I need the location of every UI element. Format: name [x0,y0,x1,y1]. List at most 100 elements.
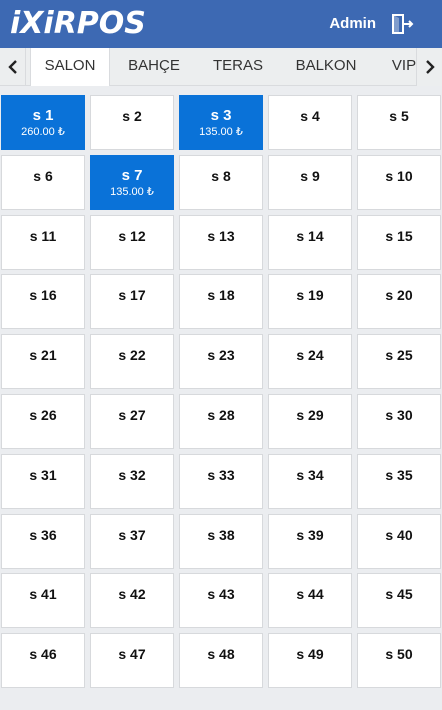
table-tile[interactable]: s 25 [357,334,441,389]
table-tile[interactable]: s 1 260.00 ₺ [1,95,85,150]
table-tile[interactable]: s 34 [268,454,352,509]
table-name: s 20 [385,287,413,303]
table-tile[interactable]: s 11 [1,215,85,270]
table-tile[interactable]: s 45 [357,573,441,628]
table-name: s 35 [385,467,413,483]
table-tile[interactable]: s 20 [357,274,441,329]
area-tab-bar: SALON BAHÇE TERAS BALKON VIP [0,48,442,86]
table-tile[interactable]: s 19 [268,274,352,329]
table-name: s 16 [29,287,57,303]
table-amount: 135.00 ₺ [110,186,154,198]
table-tile[interactable]: s 49 [268,633,352,688]
table-tile[interactable]: s 5 [357,95,441,150]
table-name: s 43 [207,586,235,602]
table-name: s 5 [389,108,409,124]
table-tile[interactable]: s 16 [1,274,85,329]
tab-1[interactable]: SALON [30,48,110,86]
table-tile[interactable]: s 38 [179,514,263,569]
table-tile[interactable]: s 48 [179,633,263,688]
table-tile[interactable]: s 28 [179,394,263,449]
table-name: s 31 [29,467,57,483]
table-name: s 49 [296,646,324,662]
tab-4[interactable]: BALKON [280,48,372,86]
table-name: s 37 [118,527,146,543]
table-name: s 18 [207,287,235,303]
table-tile[interactable]: s 24 [268,334,352,389]
table-name: s 11 [29,228,57,244]
table-name: s 48 [207,646,235,662]
table-tile[interactable]: s 14 [268,215,352,270]
table-name: s 3 [210,107,232,124]
table-tile[interactable]: s 3 135.00 ₺ [179,95,263,150]
table-tile[interactable]: s 32 [90,454,174,509]
table-tile[interactable]: s 27 [90,394,174,449]
logout-icon[interactable] [390,13,414,35]
table-name: s 28 [207,407,235,423]
table-tile[interactable]: s 15 [357,215,441,270]
table-tile[interactable]: s 35 [357,454,441,509]
table-name: s 46 [29,646,57,662]
table-tile[interactable]: s 30 [357,394,441,449]
chevron-left-icon[interactable] [0,48,26,86]
table-name: s 40 [385,527,413,543]
table-name: s 45 [385,586,413,602]
table-tile[interactable]: s 13 [179,215,263,270]
table-tile[interactable]: s 36 [1,514,85,569]
table-name: s 47 [118,646,146,662]
logo-text: iXiRPOS [10,6,146,41]
table-name: s 33 [207,467,235,483]
table-tile[interactable]: s 8 [179,155,263,210]
table-name: s 42 [118,586,146,602]
tab-2[interactable]: BAHÇE [112,48,196,86]
table-name: s 8 [211,168,231,184]
tab-3[interactable]: TERAS [198,48,278,86]
top-bar: iXiRPOS Admin [0,0,442,48]
table-name: s 39 [296,527,324,543]
table-tile[interactable]: s 9 [268,155,352,210]
table-tile[interactable]: s 44 [268,573,352,628]
table-tile[interactable]: s 4 [268,95,352,150]
table-name: s 15 [385,228,413,244]
table-tile[interactable]: s 37 [90,514,174,569]
table-tile[interactable]: s 6 [1,155,85,210]
table-name: s 22 [118,347,146,363]
table-tile[interactable]: s 22 [90,334,174,389]
table-tile[interactable]: s 46 [1,633,85,688]
table-name: s 26 [29,407,57,423]
table-name: s 13 [207,228,235,244]
tab-5[interactable]: VIP [374,48,416,86]
table-tile[interactable]: s 23 [179,334,263,389]
table-tile[interactable]: s 40 [357,514,441,569]
table-tile[interactable]: s 10 [357,155,441,210]
user-name[interactable]: Admin [329,15,376,33]
chevron-right-icon[interactable] [416,48,442,86]
table-name: s 41 [29,586,57,602]
table-tile[interactable]: s 12 [90,215,174,270]
table-tile[interactable]: s 43 [179,573,263,628]
table-tile[interactable]: s 17 [90,274,174,329]
table-tile[interactable]: s 21 [1,334,85,389]
table-amount: 260.00 ₺ [21,126,65,138]
table-tile[interactable]: s 42 [90,573,174,628]
table-tile[interactable]: s 7 135.00 ₺ [90,155,174,210]
table-tile[interactable]: s 39 [268,514,352,569]
table-name: s 6 [33,168,53,184]
table-tile[interactable]: s 31 [1,454,85,509]
table-tile[interactable]: s 18 [179,274,263,329]
table-tile[interactable]: s 47 [90,633,174,688]
table-name: s 34 [296,467,324,483]
table-name: s 23 [207,347,235,363]
table-tile[interactable]: s 26 [1,394,85,449]
table-name: s 32 [118,467,146,483]
table-tile[interactable]: s 2 [90,95,174,150]
table-name: s 44 [296,586,324,602]
table-tile[interactable]: s 50 [357,633,441,688]
table-name: s 21 [29,347,57,363]
area-tabs: SALON BAHÇE TERAS BALKON VIP [28,48,416,86]
table-tile[interactable]: s 33 [179,454,263,509]
table-name: s 17 [118,287,146,303]
table-name: s 2 [122,108,142,124]
table-tile[interactable]: s 41 [1,573,85,628]
table-tile[interactable]: s 29 [268,394,352,449]
table-name: s 9 [300,168,320,184]
